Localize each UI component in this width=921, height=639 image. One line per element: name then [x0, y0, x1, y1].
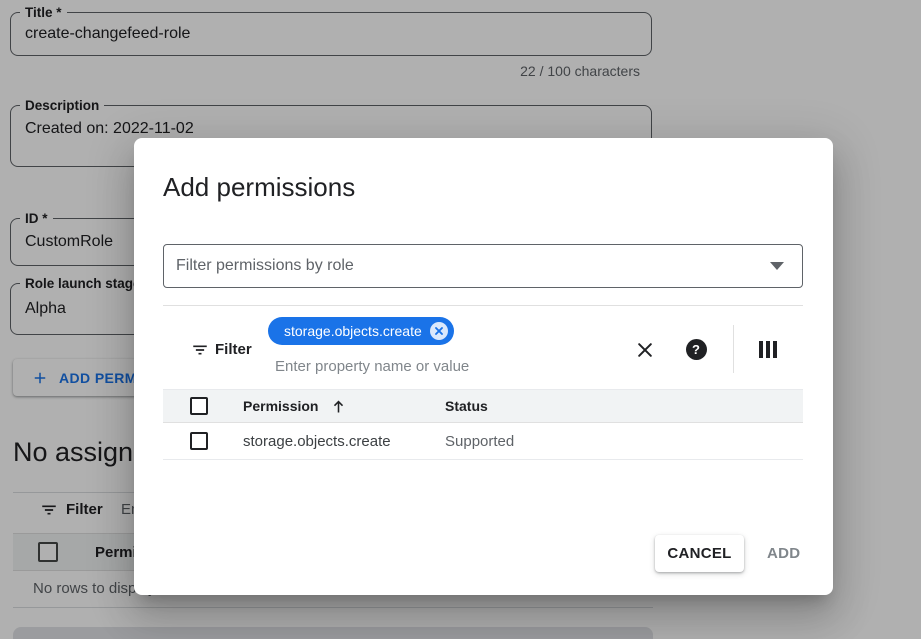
filter-by-role-dropdown[interactable]: Filter permissions by role — [163, 244, 803, 288]
cancel-button[interactable]: CANCEL — [655, 535, 744, 572]
dialog-title: Add permissions — [163, 172, 355, 203]
create-role-page: Title * create-changefeed-role 22 / 100 … — [0, 0, 921, 639]
dialog-filter-label: Filter — [215, 341, 252, 358]
row-permission-cell: storage.objects.create — [243, 424, 391, 459]
row-status-cell: Supported — [445, 424, 514, 459]
columns-icon — [759, 341, 778, 358]
dialog-filter-input[interactable]: Enter property name or value — [275, 358, 469, 375]
permission-column-header[interactable]: Permission — [243, 390, 318, 423]
filter-icon — [191, 341, 209, 359]
select-all-checkbox[interactable] — [190, 397, 208, 415]
filter-by-role-placeholder: Filter permissions by role — [176, 257, 354, 275]
status-column-header[interactable]: Status — [445, 390, 488, 423]
divider — [733, 325, 734, 373]
add-button[interactable]: ADD — [767, 535, 800, 572]
clear-filters-button[interactable] — [634, 339, 656, 361]
column-display-button[interactable] — [756, 338, 780, 360]
row-checkbox[interactable] — [190, 432, 208, 450]
sort-ascending-icon[interactable] — [330, 398, 347, 415]
filter-chip[interactable]: storage.objects.create — [268, 317, 454, 345]
chip-close-icon[interactable] — [430, 322, 448, 340]
help-button[interactable]: ? — [685, 338, 707, 360]
add-permissions-dialog: Add permissions Filter permissions by ro… — [134, 138, 833, 595]
filter-chip-text: storage.objects.create — [284, 323, 422, 339]
permission-table-row[interactable]: storage.objects.create Supported — [163, 424, 803, 460]
dialog-table-header: Permission Status — [163, 389, 803, 423]
chevron-down-icon — [770, 262, 784, 270]
help-icon: ? — [686, 339, 707, 360]
close-icon — [635, 340, 655, 360]
help-glyph: ? — [692, 342, 700, 357]
divider — [163, 305, 803, 306]
